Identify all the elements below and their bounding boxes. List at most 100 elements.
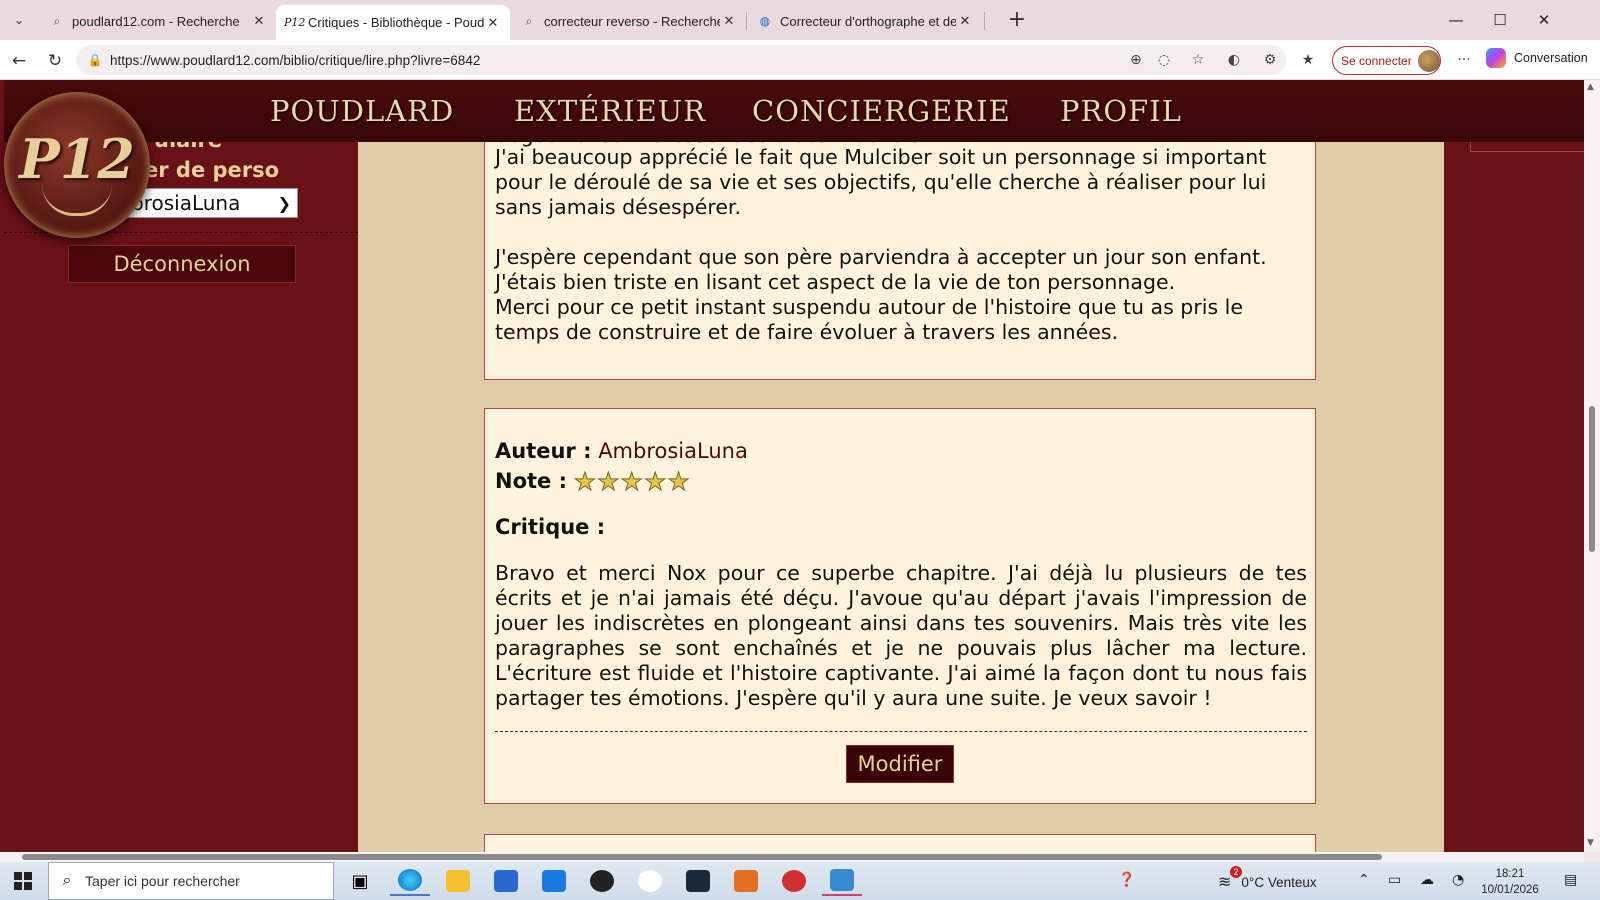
- dragon-icon: [42, 184, 112, 216]
- p12-favicon-icon: P12: [284, 16, 306, 29]
- avatar: [1417, 49, 1440, 72]
- star-icon: ★: [620, 467, 643, 497]
- taskbar-search[interactable]: ⌕ Taper ici pour rechercher: [48, 862, 334, 900]
- reader-icon[interactable]: ◌: [1152, 49, 1176, 71]
- page-viewport: dégoût et sa tristesse face à ses mauvai…: [0, 80, 1584, 852]
- favorites-icon[interactable]: ★: [1296, 49, 1320, 71]
- device-icon[interactable]: ▭: [1388, 872, 1401, 888]
- close-tab-icon[interactable]: ✕: [484, 15, 502, 31]
- windows-start-icon[interactable]: [14, 872, 32, 890]
- change-character-label: er de perso: [144, 158, 280, 182]
- notifications-icon[interactable]: ▤: [1564, 872, 1577, 888]
- app-icon[interactable]: [582, 866, 622, 896]
- security-icon[interactable]: [726, 866, 766, 896]
- review-text: Bravo et merci Nox pour ce superbe chapi…: [495, 561, 1307, 710]
- site-header: POUDLARD EXTÉRIEUR CONCIERGERIE PROFIL: [4, 80, 1584, 142]
- search-placeholder: Taper ici pour rechercher: [85, 873, 240, 889]
- tab-separator: [746, 12, 747, 30]
- review-text: J'ai beaucoup apprécié le fait que Mulci…: [495, 145, 1267, 344]
- logo-text: P12: [19, 127, 135, 191]
- scroll-up-icon[interactable]: ▲: [1587, 82, 1594, 92]
- author-name[interactable]: AmbrosiaLuna: [598, 439, 748, 463]
- menu-item-profil[interactable]: PROFIL: [1060, 94, 1182, 128]
- close-tab-icon[interactable]: ✕: [720, 13, 738, 29]
- sidebar: ulaire er de perso brosiaLuna ❯ Déconnex…: [4, 128, 358, 852]
- wifi-icon[interactable]: ◔: [1452, 872, 1464, 888]
- edge-icon[interactable]: [390, 866, 430, 896]
- url-text[interactable]: https://www.poudlard12.com/biblio/critiq…: [110, 53, 1286, 68]
- scrollbar-thumb[interactable]: [22, 854, 1382, 860]
- tab-title: correcteur reverso - Recherche: [544, 13, 720, 29]
- vertical-scrollbar[interactable]: ▲ ▼: [1584, 80, 1600, 852]
- extensions-icon[interactable]: ⚙: [1258, 49, 1282, 71]
- app-icon[interactable]: [774, 866, 814, 896]
- refresh-icon[interactable]: ↻: [42, 48, 68, 74]
- character-select[interactable]: brosiaLuna ❯: [126, 188, 298, 218]
- tab-title: Correcteur d'orthographe et de grammaire: [780, 13, 956, 29]
- menu-item-poudlard[interactable]: POUDLARD: [270, 94, 454, 128]
- note-label: Note :: [495, 469, 567, 493]
- copilot-button[interactable]: Conversation: [1486, 48, 1588, 68]
- minimize-icon[interactable]: —: [1434, 6, 1478, 34]
- right-column: [1444, 132, 1584, 852]
- clock-date: 10/01/2026: [1481, 884, 1539, 896]
- star-icon: ★: [597, 467, 620, 497]
- author-label: Auteur :: [495, 439, 592, 463]
- close-tab-icon[interactable]: ✕: [956, 13, 974, 29]
- edit-button[interactable]: Modifier: [846, 745, 954, 783]
- close-window-icon[interactable]: ✕: [1522, 6, 1566, 34]
- notification-badge: 2: [1230, 866, 1242, 878]
- review-rating-line: Note : ★ ★ ★ ★ ★: [495, 467, 690, 497]
- remote-desktop-icon[interactable]: [822, 866, 862, 896]
- logout-button[interactable]: Déconnexion: [68, 245, 296, 283]
- scroll-down-icon[interactable]: ▼: [1587, 838, 1594, 848]
- back-arrow-icon[interactable]: ←: [6, 48, 32, 74]
- browser-essentials-icon[interactable]: ◐: [1222, 49, 1246, 71]
- maximize-icon[interactable]: ☐: [1478, 6, 1522, 34]
- divider: [495, 731, 1307, 732]
- copilot-icon: [1486, 48, 1506, 68]
- copilot-label: Conversation: [1514, 51, 1588, 65]
- tab-list-chevron-icon[interactable]: ⌄: [4, 6, 34, 34]
- tab-critiques[interactable]: P12 Critiques - Bibliothèque - Poudlard1…: [276, 5, 510, 40]
- task-view-icon[interactable]: ▣: [340, 866, 380, 896]
- system-clock[interactable]: 18:21 10/01/2026: [1480, 866, 1540, 898]
- site-info-icon[interactable]: 🔒: [80, 53, 110, 67]
- weather-widget[interactable]: ≋ 2 0°C Venteux: [1218, 866, 1317, 892]
- zoom-icon[interactable]: ⊕: [1124, 49, 1148, 71]
- chevron-down-icon: ❯: [277, 193, 291, 213]
- menu-item-exterieur[interactable]: EXTÉRIEUR: [514, 94, 706, 128]
- menu-item-conciergerie[interactable]: CONCIERGERIE: [752, 94, 1011, 128]
- clock-time: 18:21: [1495, 868, 1525, 880]
- tab-title: Critiques - Bibliothèque - Poudlard12: [308, 15, 484, 30]
- star-icon: ★: [573, 467, 597, 497]
- tab-correcteur-search[interactable]: ⌕ correcteur reverso - Recherche ✕: [512, 5, 746, 37]
- scrollbar-thumb[interactable]: [1589, 406, 1595, 552]
- tab-title: poudlard12.com - Recherche: [72, 13, 240, 29]
- search-icon: ⌕: [53, 13, 61, 28]
- address-bar[interactable]: 🔒 https://www.poudlard12.com/biblio/crit…: [76, 45, 1286, 75]
- file-explorer-icon[interactable]: [438, 866, 478, 896]
- help-icon[interactable]: ❓: [1118, 872, 1135, 888]
- windows-taskbar: ⌕ Taper ici pour rechercher ▣ ❓ ≋ 2 0°C …: [0, 862, 1600, 900]
- chevron-up-icon[interactable]: ⌃: [1358, 872, 1370, 888]
- site-logo[interactable]: P12: [4, 92, 150, 238]
- sign-in-label: Se connecter: [1341, 53, 1412, 68]
- close-tab-icon[interactable]: ✕: [250, 13, 268, 29]
- tab-reverso[interactable]: ◍ Correcteur d'orthographe et de grammai…: [748, 5, 982, 37]
- star-icon: ★: [667, 467, 690, 497]
- horizontal-scrollbar[interactable]: [0, 852, 1584, 862]
- tab-poudlard-search[interactable]: ⌕ poudlard12.com - Recherche ✕: [40, 5, 276, 37]
- critique-label: Critique :: [495, 515, 606, 539]
- favorite-star-icon[interactable]: ☆: [1186, 49, 1210, 71]
- outlook-icon[interactable]: [534, 866, 574, 896]
- hp-icon[interactable]: [630, 866, 670, 896]
- store-icon[interactable]: [486, 866, 526, 896]
- selected-character: brosiaLuna: [131, 191, 241, 215]
- new-tab-button[interactable]: +: [1004, 8, 1030, 34]
- app-icon[interactable]: [678, 866, 718, 896]
- sign-in-button[interactable]: Se connecter: [1332, 46, 1441, 75]
- search-icon: ⌕: [62, 872, 72, 889]
- more-menu-icon[interactable]: ···: [1452, 49, 1476, 71]
- cloud-icon[interactable]: ☁: [1420, 872, 1434, 888]
